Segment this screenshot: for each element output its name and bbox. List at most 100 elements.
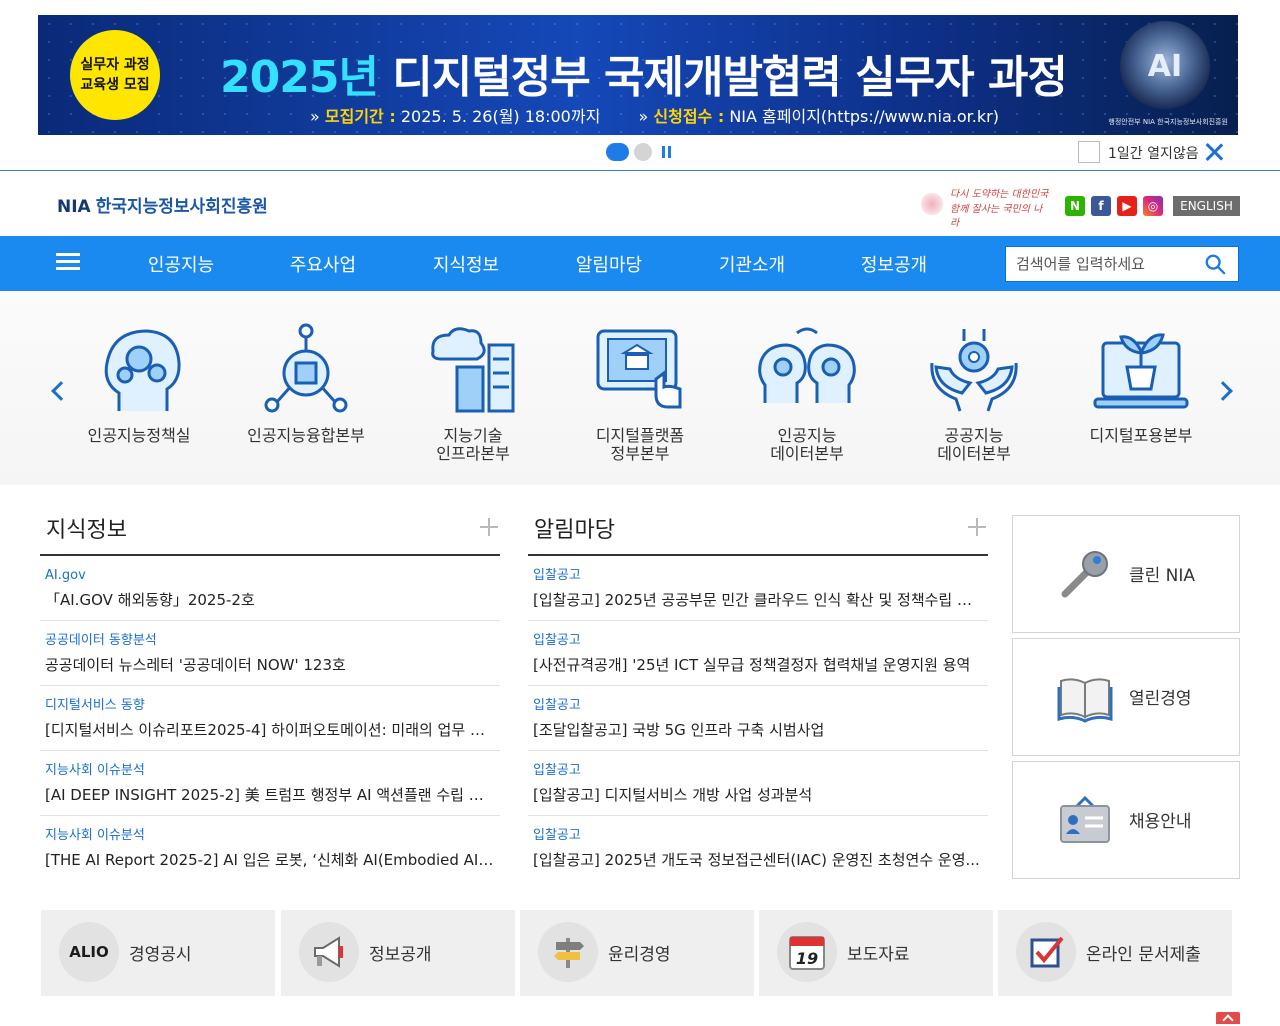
- laptop-plant-icon: [1093, 333, 1189, 409]
- search-input[interactable]: [1006, 247, 1196, 281]
- pause-icon[interactable]: [660, 144, 674, 160]
- banner-controls: 1일간 열지않음: [0, 141, 1280, 163]
- hands-gear-icon: [930, 329, 1018, 412]
- nav-about[interactable]: 기관소개: [697, 251, 807, 277]
- no-show-today-checkbox[interactable]: [1078, 141, 1100, 163]
- bottom-link-label: 경영공시: [129, 945, 192, 965]
- quick-link-digital-inclusion[interactable]: 디지털포용본부: [1061, 323, 1221, 445]
- quick-link-label: 인공지능정책실: [87, 426, 191, 445]
- quick-link-intelligence-infra[interactable]: 지능기술 인프라본부: [393, 323, 553, 463]
- item-title[interactable]: [사전규격공개] '25년 ICT 실무급 정책결정자 협력채널 운영지원 용역: [533, 655, 983, 675]
- item-title[interactable]: [조달입찰공고] 국방 5G 인프라 구축 시범사업: [533, 720, 983, 740]
- logo-name: 한국지능정보사회진흥원: [95, 197, 268, 217]
- plus-icon[interactable]: [968, 518, 986, 536]
- quick-link-label: 디지털포용본부: [1089, 426, 1193, 445]
- quick-link-ai-convergence[interactable]: 인공지능융합본부: [226, 323, 386, 445]
- nav-knowledge[interactable]: 지식정보: [411, 251, 521, 277]
- ethics-management-button[interactable]: 윤리경영: [520, 910, 754, 996]
- item-title[interactable]: [AI DEEP INSIGHT 2025-2] 美 트럼프 행정부 AI 액션…: [45, 785, 495, 805]
- nav-disclosure[interactable]: 정보공개: [839, 251, 949, 277]
- plus-icon[interactable]: [480, 518, 498, 536]
- nav-ai[interactable]: 인공지능: [126, 251, 236, 277]
- quick-link-digital-platform[interactable]: 디지털플랫폼 정부본부: [560, 323, 720, 463]
- board-header: 알림마당: [528, 508, 988, 556]
- nav-projects[interactable]: 주요사업: [268, 251, 378, 277]
- main-nav: 인공지능 주요사업 지식정보 알림마당 기관소개 정보공개: [0, 236, 1280, 291]
- bottom-link-label: 윤리경영: [608, 945, 671, 965]
- search-icon[interactable]: [1204, 253, 1226, 275]
- promo-banner[interactable]: 실무자 과정 교육생 모집 2025년 디지털정부 국제개발협력 실무자 과정 …: [38, 15, 1238, 135]
- list-item[interactable]: 입찰공고 [조달입찰공고] 국방 5G 인프라 구축 시범사업: [528, 686, 988, 751]
- item-category: 공공데이터 동향분석: [45, 633, 157, 648]
- calendar-icon-text: 19: [796, 949, 818, 968]
- item-category: 지능사회 이슈분석: [45, 763, 145, 778]
- item-title[interactable]: 공공데이터 뉴스레터 '공공데이터 NOW' 123호: [45, 655, 495, 675]
- banner-title-text: 디지털정부 국제개발협력 실무자 과정: [392, 52, 1068, 103]
- list-item[interactable]: 입찰공고 [입찰공고] 2025년 공공부문 민간 클라우드 인식 확산 및 정책…: [528, 556, 988, 621]
- slide-indicator-2[interactable]: [634, 143, 652, 161]
- nav-notice[interactable]: 알림마당: [554, 251, 664, 277]
- alio-icon-text: ALIO: [69, 943, 109, 961]
- chevron-right-icon: »: [310, 107, 320, 126]
- bottom-link-label: 온라인 문서제출: [1086, 945, 1201, 965]
- megaphone-icon: [299, 922, 359, 982]
- item-category: 입찰공고: [533, 568, 581, 583]
- list-item[interactable]: 입찰공고 [입찰공고] 디지털서비스 개방 사업 성과분석: [528, 751, 988, 816]
- item-title[interactable]: [입찰공고] 디지털서비스 개방 사업 성과분석: [533, 785, 983, 805]
- period-value: 2025. 5. 26(월) 18:00까지: [400, 107, 601, 126]
- press-release-button[interactable]: 19 보도자료: [759, 910, 993, 996]
- scroll-top-button[interactable]: [1216, 1012, 1240, 1024]
- logo-abbr: NIA: [57, 197, 91, 217]
- english-site-link[interactable]: ENGLISH: [1173, 196, 1240, 216]
- youtube-icon[interactable]: ▶: [1117, 196, 1137, 216]
- item-title[interactable]: [디지털서비스 이슈리포트2025-4] 하이퍼오토메이션: 미래의 업무 혁.…: [45, 720, 495, 740]
- microphone-icon: [1061, 551, 1108, 598]
- open-management-link[interactable]: 열린경영: [1012, 638, 1240, 756]
- clean-nia-link[interactable]: 클린 NIA: [1012, 515, 1240, 633]
- info-disclosure-button[interactable]: 정보공개: [281, 910, 515, 996]
- item-category: AI.gov: [45, 568, 86, 583]
- list-item[interactable]: 입찰공고 [입찰공고] 2025년 개도국 정보접근센터(IAC) 운영진 초청연…: [528, 816, 988, 881]
- head-gears-icon: [104, 329, 181, 411]
- item-category: 입찰공고: [533, 828, 581, 843]
- notice-board: 알림마당 입찰공고 [입찰공고] 2025년 공공부문 민간 클라우드 인식 확산…: [528, 508, 988, 881]
- item-category: 입찰공고: [533, 763, 581, 778]
- menu-icon[interactable]: [56, 252, 80, 272]
- list-item[interactable]: 디지털서비스 동향 [디지털서비스 이슈리포트2025-4] 하이퍼오토메이션: …: [40, 686, 500, 751]
- close-icon[interactable]: [1203, 141, 1225, 163]
- list-item[interactable]: 지능사회 이슈분석 [AI DEEP INSIGHT 2025-2] 美 트럼프 …: [40, 751, 500, 816]
- smart-building-icon: [431, 327, 515, 413]
- item-title[interactable]: [입찰공고] 2025년 공공부문 민간 클라우드 인식 확산 및 정책수립 지…: [533, 590, 983, 610]
- instagram-icon[interactable]: ◎: [1143, 196, 1163, 216]
- item-title[interactable]: 「AI.GOV 해외동향」2025-2호: [45, 590, 495, 610]
- item-title[interactable]: [입찰공고] 2025년 개도국 정보접근센터(IAC) 운영진 초청연수 운영…: [533, 850, 983, 870]
- quick-link-ai-data[interactable]: 인공지능 데이터본부: [727, 323, 887, 463]
- list-item[interactable]: 공공데이터 동향분석공공데이터 뉴스레터 '공공데이터 NOW' 123호: [40, 621, 500, 686]
- search-box: [1005, 246, 1239, 282]
- slide-indicator-1[interactable]: [606, 143, 629, 161]
- quick-link-label: 인공지능 데이터본부: [770, 426, 844, 463]
- quick-links: 인공지능정책실 인공지능융합본부 지능기술 인프라본부 디지털플랫폼 정부본부 …: [0, 291, 1280, 485]
- list-item[interactable]: 입찰공고 [사전규격공개] '25년 ICT 실무급 정책결정자 협력채널 운영지…: [528, 621, 988, 686]
- site-logo[interactable]: NIA 한국지능정보사회진흥원: [57, 192, 268, 217]
- quick-link-public-data[interactable]: 공공지능 데이터본부: [894, 323, 1054, 463]
- item-title[interactable]: [THE AI Report 2025-2] AI 입은 로봇, ‘신체화 AI…: [45, 850, 495, 870]
- heads-data-icon: [758, 327, 856, 403]
- slogan-line-2: 함께 잘사는 국민의 나라: [950, 204, 1043, 229]
- quick-link-ai-policy[interactable]: 인공지능정책실: [59, 323, 219, 445]
- item-category: 디지털서비스 동향: [45, 698, 145, 713]
- item-category: 입찰공고: [533, 698, 581, 713]
- recruit-badge: 실무자 과정 교육생 모집: [70, 30, 160, 120]
- quick-link-label: 인공지능융합본부: [247, 426, 365, 445]
- quick-link-label: 공공지능 데이터본부: [937, 426, 1011, 463]
- knowledge-board: 지식정보 AI.gov 「AI.GOV 해외동향」2025-2호 공공데이터 동향…: [40, 508, 500, 881]
- open-book-icon: [1057, 678, 1113, 723]
- naver-blog-icon[interactable]: N: [1065, 196, 1085, 216]
- facebook-icon[interactable]: f: [1091, 196, 1111, 216]
- list-item[interactable]: AI.gov 「AI.GOV 해외동향」2025-2호: [40, 556, 500, 621]
- recruitment-link[interactable]: 채용안내: [1012, 761, 1240, 879]
- list-item[interactable]: 지능사회 이슈분석 [THE AI Report 2025-2] AI 입은 로봇…: [40, 816, 500, 881]
- no-show-today-label[interactable]: 1일간 열지않음: [1108, 143, 1199, 163]
- online-submission-button[interactable]: 온라인 문서제출: [998, 910, 1232, 996]
- alio-disclosure-button[interactable]: ALIO 경영공시: [41, 910, 275, 996]
